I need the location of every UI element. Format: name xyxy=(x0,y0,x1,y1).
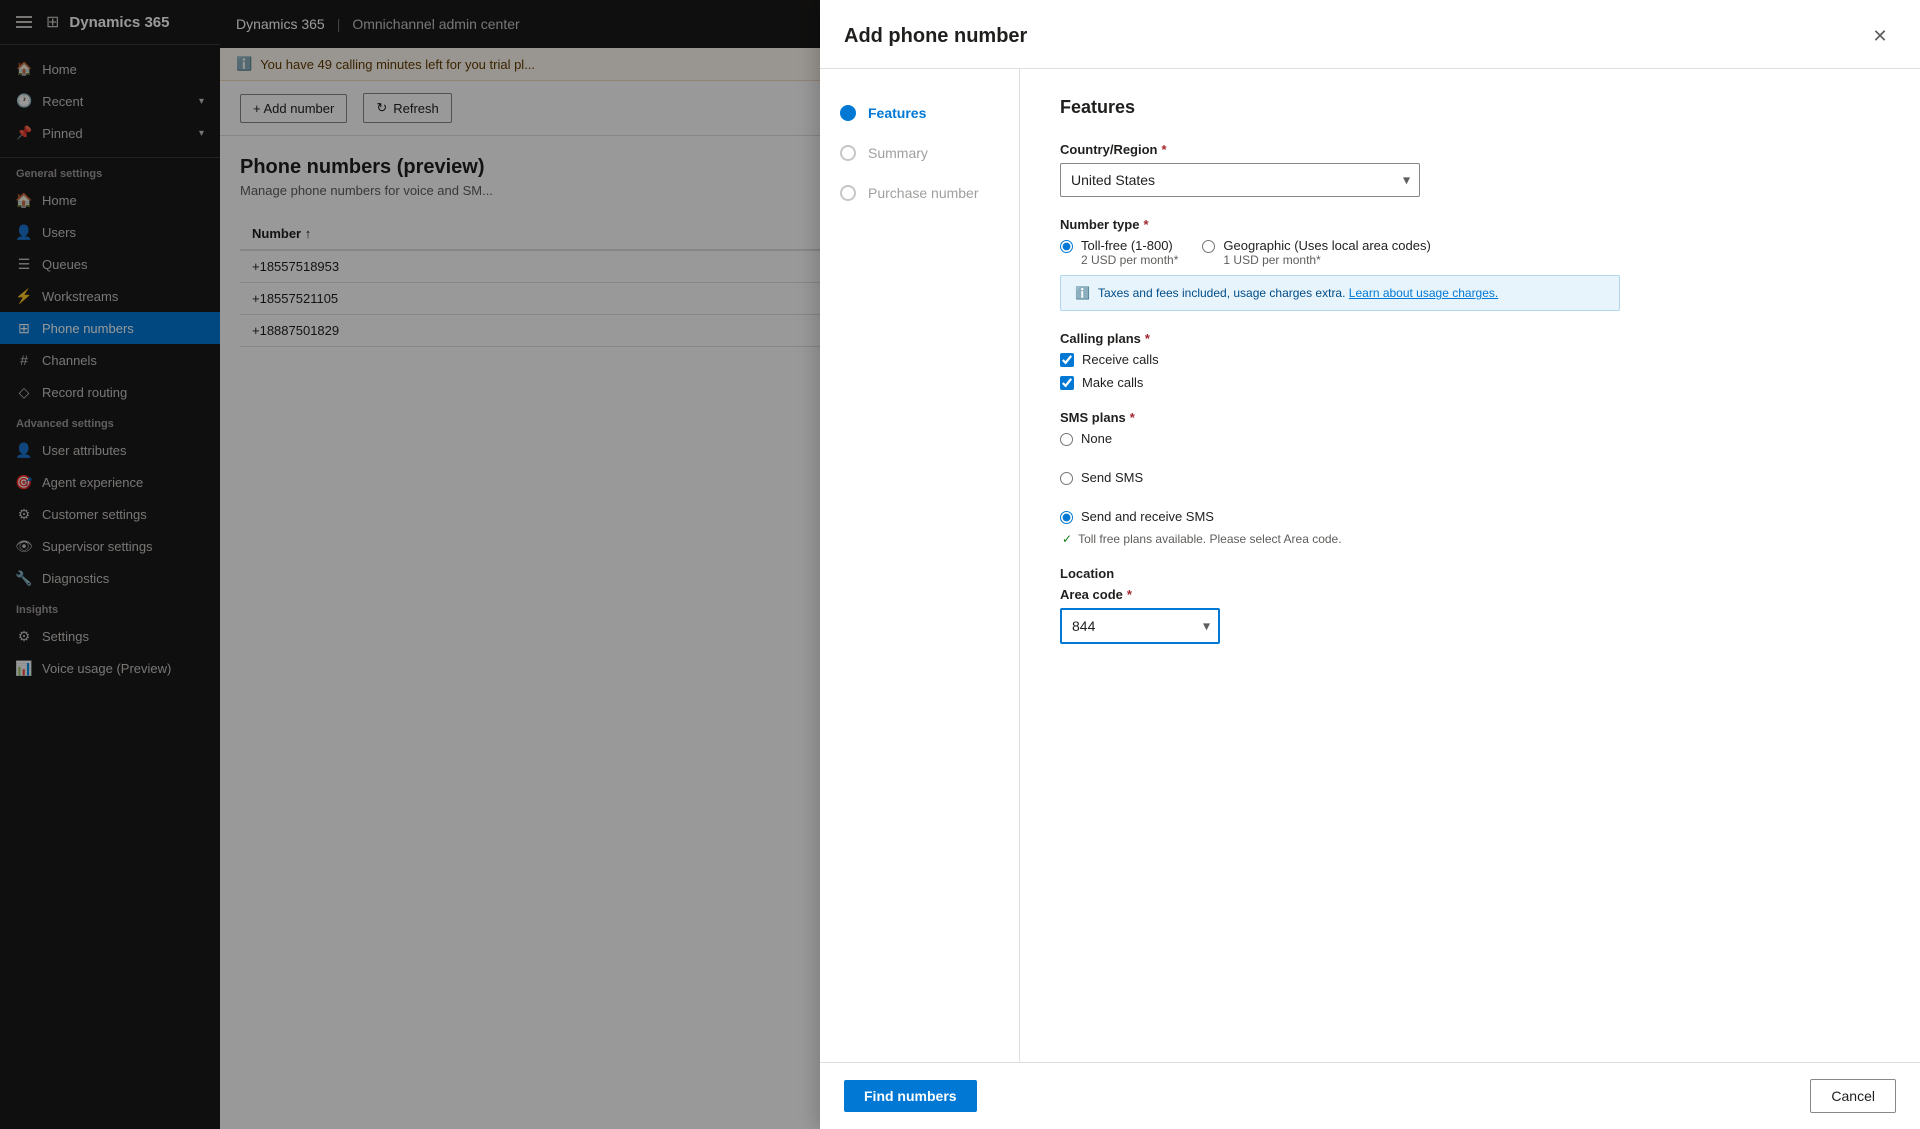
send-receive-sms-radio[interactable] xyxy=(1060,511,1073,524)
area-code-group: Area code * 844 xyxy=(1060,587,1880,644)
step-purchase[interactable]: Purchase number xyxy=(820,173,1019,213)
send-sms-option[interactable]: Send SMS xyxy=(1060,470,1880,485)
country-region-label: Country/Region * xyxy=(1060,142,1880,157)
area-code-select[interactable]: 844 xyxy=(1060,608,1220,644)
steps-sidebar: Features Summary Purchase number xyxy=(820,69,1020,1062)
sms-note-text: Toll free plans available. Please select… xyxy=(1078,532,1342,546)
step-circle-features xyxy=(840,105,856,121)
sms-none-option[interactable]: None xyxy=(1060,431,1880,446)
send-sms-label: Send SMS xyxy=(1081,470,1143,485)
usage-charges-link[interactable]: Learn about usage charges. xyxy=(1349,286,1498,300)
country-region-group: Country/Region * United States xyxy=(1060,142,1880,197)
form-section-title: Features xyxy=(1060,97,1880,118)
make-calls-option[interactable]: Make calls xyxy=(1060,375,1880,390)
panel-title: Add phone number xyxy=(844,25,1027,48)
country-region-select-wrapper: United States xyxy=(1060,163,1420,197)
geographic-subtext: 1 USD per month* xyxy=(1223,253,1430,267)
make-calls-checkbox[interactable] xyxy=(1060,376,1074,390)
step-summary[interactable]: Summary xyxy=(820,133,1019,173)
send-receive-sms-option[interactable]: Send and receive SMS xyxy=(1060,509,1880,524)
step-label-purchase: Purchase number xyxy=(868,185,979,201)
panel-body: Features Summary Purchase number Feature… xyxy=(820,69,1920,1062)
number-type-radio-group: Toll-free (1-800) 2 USD per month* Geogr… xyxy=(1060,238,1880,267)
send-receive-sms-label: Send and receive SMS xyxy=(1081,509,1214,524)
toll-free-radio[interactable] xyxy=(1060,240,1073,253)
receive-calls-checkbox[interactable] xyxy=(1060,353,1074,367)
sms-plans-group: SMS plans * None Send SMS Send and recei… xyxy=(1060,410,1880,546)
form-content: Features Country/Region * United States … xyxy=(1020,69,1920,1062)
toll-free-option[interactable]: Toll-free (1-800) 2 USD per month* xyxy=(1060,238,1178,267)
number-type-group: Number type * Toll-free (1-800) 2 USD pe… xyxy=(1060,217,1880,311)
country-region-select[interactable]: United States xyxy=(1060,163,1420,197)
info-circle-icon: ℹ️ xyxy=(1075,286,1090,300)
panel-close-button[interactable]: ✕ xyxy=(1864,20,1896,52)
sms-none-label: None xyxy=(1081,431,1112,446)
number-type-label: Number type * xyxy=(1060,217,1880,232)
info-text: Taxes and fees included, usage charges e… xyxy=(1098,286,1498,300)
step-label-summary: Summary xyxy=(868,145,928,161)
area-code-label: Area code * xyxy=(1060,587,1880,602)
cancel-button[interactable]: Cancel xyxy=(1810,1079,1896,1113)
find-numbers-button[interactable]: Find numbers xyxy=(844,1080,977,1112)
location-group: Location Area code * 844 xyxy=(1060,566,1880,644)
geographic-option[interactable]: Geographic (Uses local area codes) 1 USD… xyxy=(1202,238,1430,267)
step-features[interactable]: Features xyxy=(820,93,1019,133)
geographic-label: Geographic (Uses local area codes) xyxy=(1223,238,1430,253)
toll-free-label: Toll-free (1-800) xyxy=(1081,238,1178,253)
location-label: Location xyxy=(1060,566,1880,581)
toll-free-subtext: 2 USD per month* xyxy=(1081,253,1178,267)
step-circle-purchase xyxy=(840,185,856,201)
panel-header: Add phone number ✕ xyxy=(820,0,1920,69)
info-banner: ℹ️ Taxes and fees included, usage charge… xyxy=(1060,275,1620,311)
send-sms-radio[interactable] xyxy=(1060,472,1073,485)
make-calls-label: Make calls xyxy=(1082,375,1143,390)
sms-none-radio[interactable] xyxy=(1060,433,1073,446)
geographic-radio[interactable] xyxy=(1202,240,1215,253)
panel-footer: Find numbers Cancel xyxy=(820,1062,1920,1129)
area-code-select-wrapper: 844 xyxy=(1060,608,1220,644)
sms-plans-label: SMS plans * xyxy=(1060,410,1880,425)
calling-plans-label: Calling plans * xyxy=(1060,331,1880,346)
receive-calls-label: Receive calls xyxy=(1082,352,1159,367)
add-phone-number-panel: Add phone number ✕ Features Summary Purc… xyxy=(820,0,1920,1129)
receive-calls-option[interactable]: Receive calls xyxy=(1060,352,1880,367)
sms-note: Toll free plans available. Please select… xyxy=(1060,532,1880,546)
step-circle-summary xyxy=(840,145,856,161)
calling-plans-group: Calling plans * Receive calls Make calls xyxy=(1060,331,1880,390)
step-label-features: Features xyxy=(868,105,926,121)
